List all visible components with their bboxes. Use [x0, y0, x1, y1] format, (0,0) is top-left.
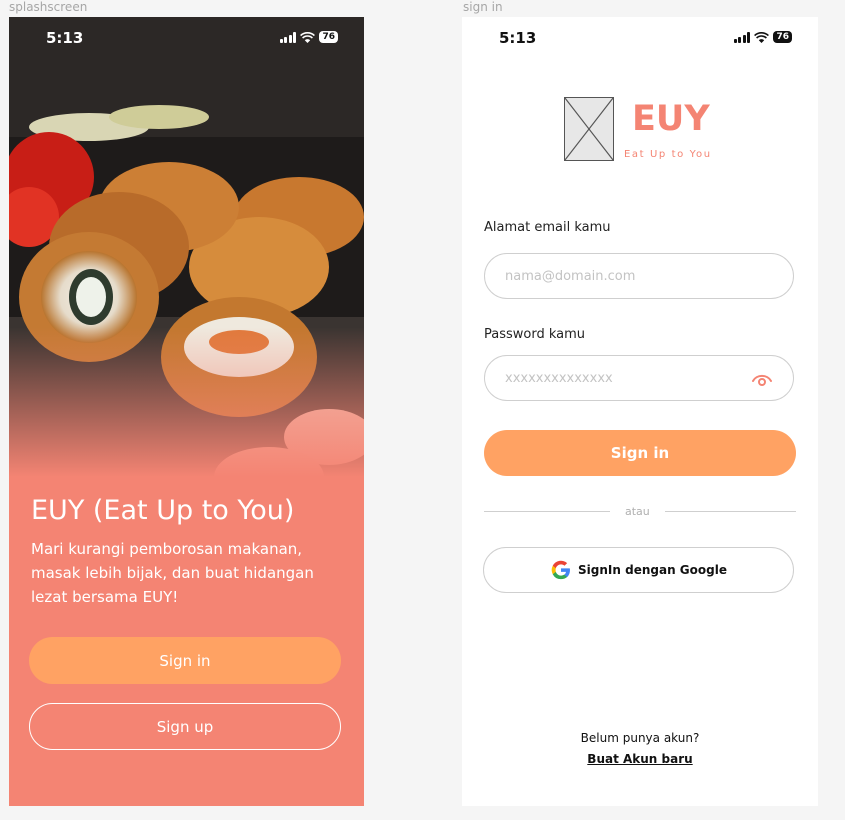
battery-icon: 76	[773, 31, 792, 43]
status-time: 5:13	[499, 29, 537, 47]
signin-screen: 5:13 76 EUY Eat Up to You Alamat email k…	[462, 17, 818, 806]
status-bar: 5:13 76	[9, 17, 364, 59]
frame-label-signin: sign in	[463, 0, 503, 14]
wifi-icon	[300, 31, 316, 43]
logo-tagline: Eat Up to You	[624, 149, 712, 160]
battery-icon: 76	[319, 31, 338, 43]
wifi-icon	[754, 31, 770, 43]
splash-title: EUY (Eat Up to You)	[31, 495, 295, 526]
no-account-text: Belum punya akun?	[580, 731, 700, 745]
email-input[interactable]	[505, 254, 745, 298]
google-signin-label: SignIn dengan Google	[578, 563, 727, 577]
logo-text: EUY	[632, 99, 710, 139]
signal-icon	[733, 31, 751, 43]
divider-left	[484, 511, 610, 512]
google-icon	[551, 560, 571, 580]
password-field[interactable]	[484, 355, 794, 401]
frame-label-splash: splashscreen	[9, 0, 88, 14]
splash-screen: 5:13 76 EUY (Eat Up to You) Mari kurangi…	[9, 17, 364, 806]
divider-right	[665, 511, 796, 512]
splash-description: Mari kurangi pemborosan makanan, masak l…	[31, 540, 314, 606]
sushi-hero-image	[9, 17, 364, 517]
splash-signin-button[interactable]: Sign in	[29, 637, 341, 684]
status-bar: 5:13 76	[462, 17, 818, 59]
status-time: 5:13	[46, 29, 84, 47]
splash-signup-button[interactable]: Sign up	[29, 703, 341, 750]
email-field[interactable]	[484, 253, 794, 299]
email-label: Alamat email kamu	[484, 220, 611, 235]
signal-icon	[279, 31, 297, 43]
eye-icon[interactable]	[751, 369, 773, 389]
create-account-link[interactable]: Buat Akun baru	[462, 752, 818, 766]
signin-button[interactable]: Sign in	[484, 430, 796, 476]
password-input[interactable]	[505, 356, 745, 400]
password-label: Password kamu	[484, 327, 586, 342]
divider-text: atau	[625, 505, 650, 518]
google-signin-button[interactable]: SignIn dengan Google	[483, 547, 794, 593]
image-placeholder-icon	[564, 97, 614, 161]
